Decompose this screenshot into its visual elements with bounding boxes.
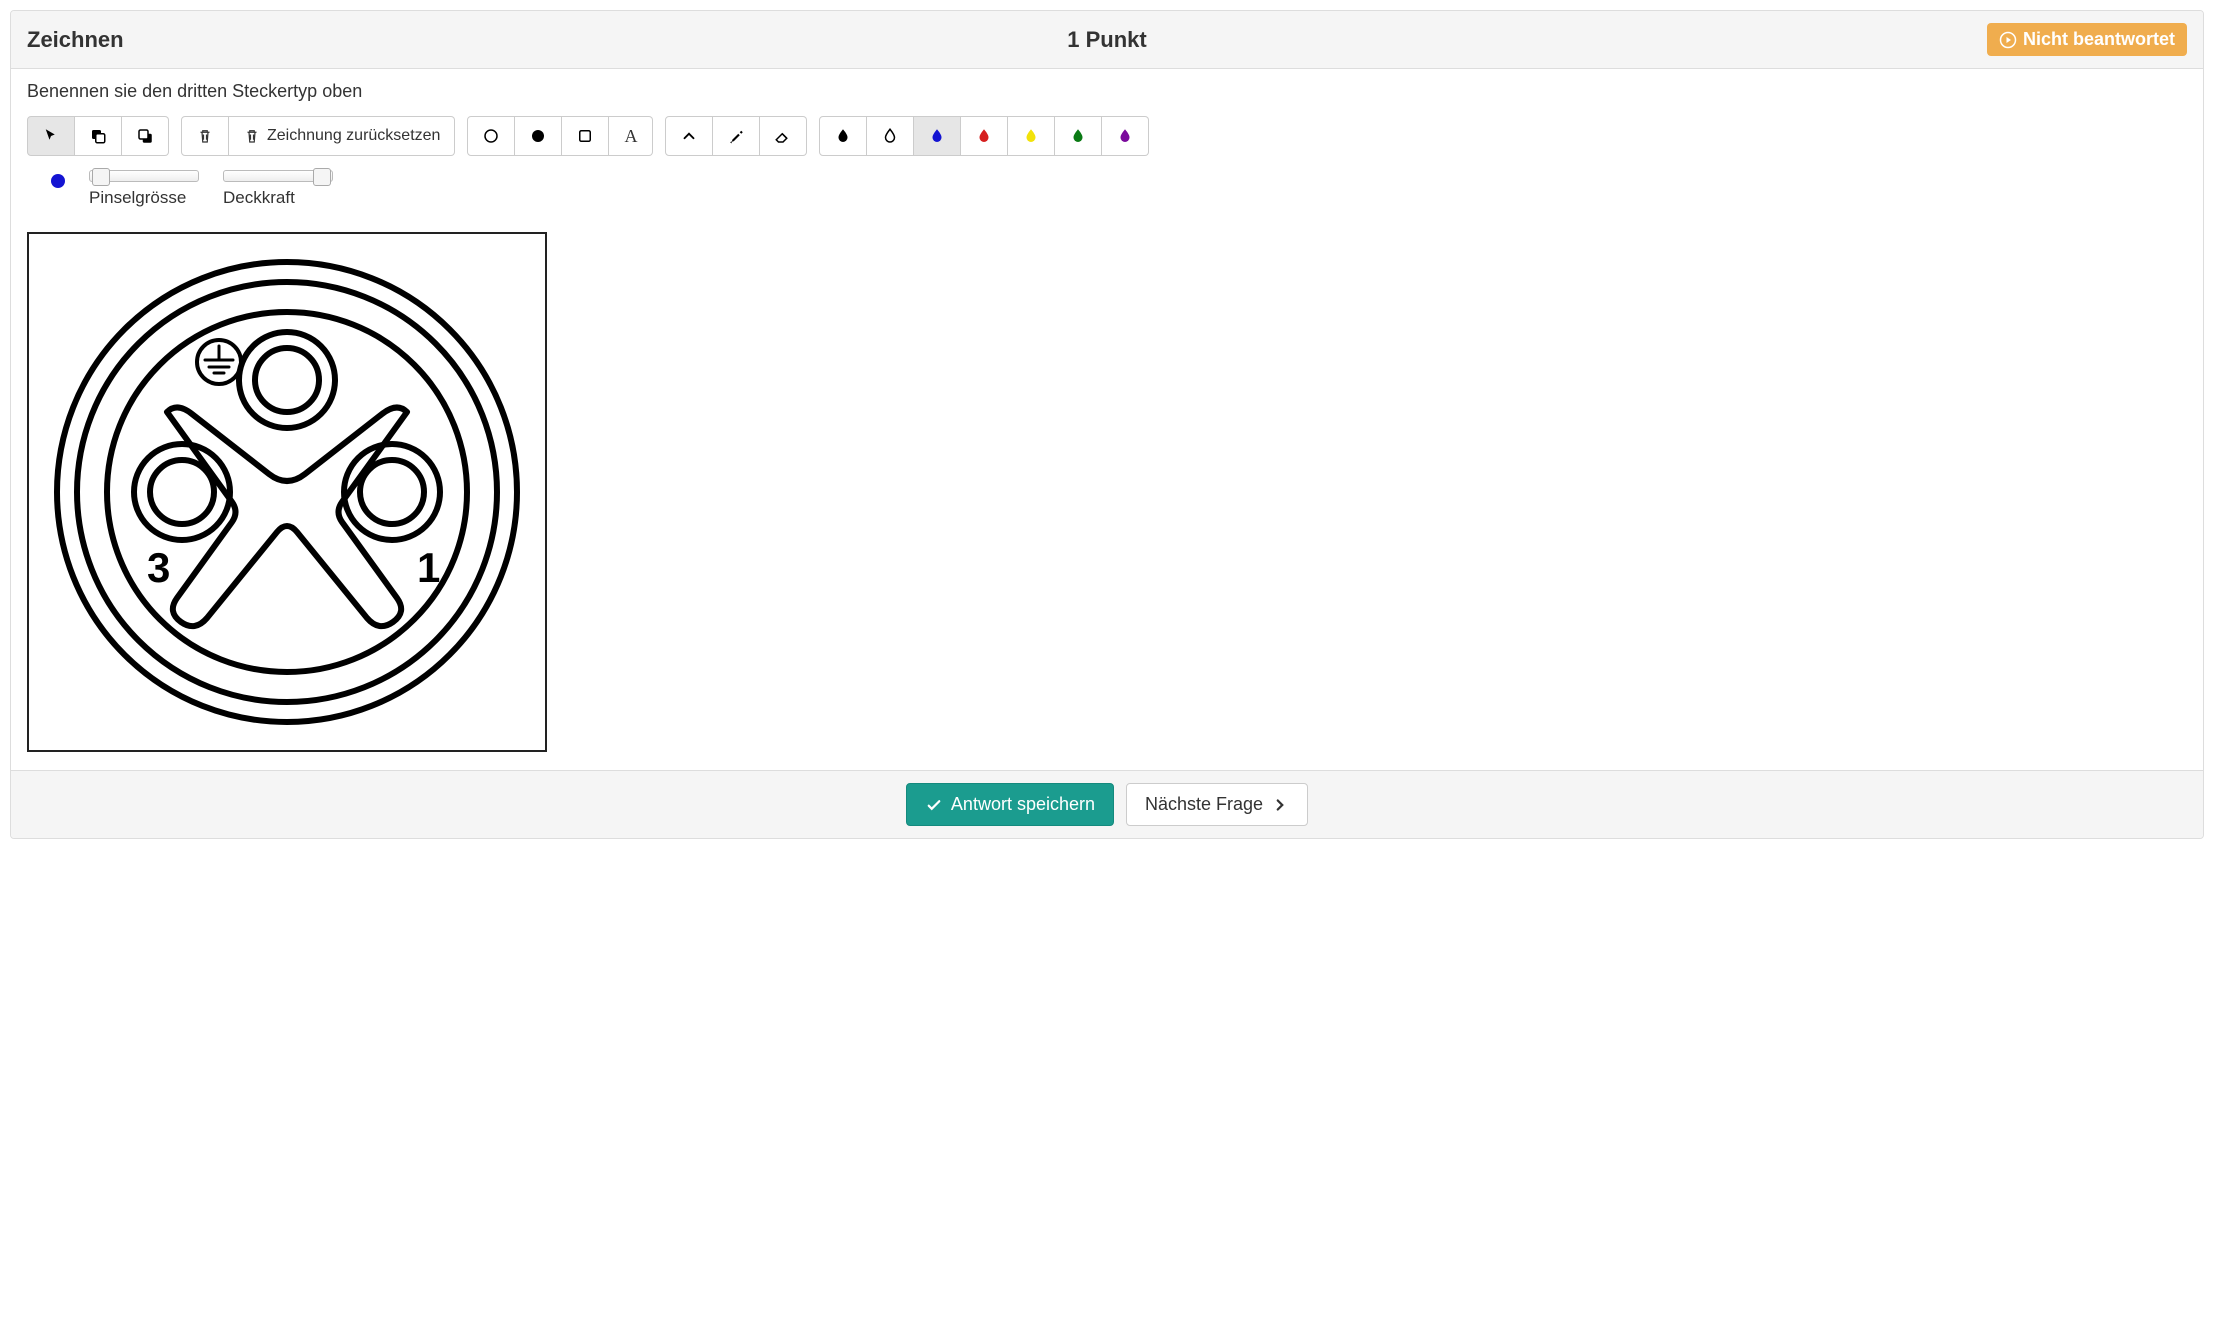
pointer-icon [42, 127, 60, 145]
tint-icon [1022, 127, 1040, 145]
panel-header: Zeichnen 1 Punkt Nicht beantwortet [11, 11, 2203, 69]
circle-filled-icon [529, 127, 547, 145]
eraser-tool-button[interactable] [760, 116, 807, 156]
color-red-button[interactable] [961, 116, 1008, 156]
connector-diagram: 3 1 [37, 242, 537, 742]
bring-front-button[interactable] [75, 116, 122, 156]
brush-size-block: Pinselgrösse [89, 170, 199, 208]
selection-group [27, 116, 169, 156]
drawing-toolbar: Zeichnung zurücksetzen A [27, 116, 2187, 156]
opacity-block: Deckkraft [223, 170, 333, 208]
square-outline-tool-button[interactable] [562, 116, 609, 156]
reset-drawing-label: Zeichnung zurücksetzen [267, 127, 440, 145]
opacity-slider[interactable] [223, 170, 333, 182]
tint-icon [834, 127, 852, 145]
color-white-button[interactable] [867, 116, 914, 156]
color-group [819, 116, 1149, 156]
tint-icon [928, 127, 946, 145]
circle-outline-tool-button[interactable] [467, 116, 515, 156]
panel-body: Benennen sie den dritten Steckertyp oben [11, 69, 2203, 770]
save-answer-button[interactable]: Antwort speichern [906, 783, 1114, 826]
color-yellow-button[interactable] [1008, 116, 1055, 156]
circle-outline-icon [482, 127, 500, 145]
check-icon [925, 796, 943, 814]
play-circle-icon [1999, 31, 2017, 49]
current-color-preview [51, 174, 65, 188]
color-purple-button[interactable] [1102, 116, 1149, 156]
color-green-button[interactable] [1055, 116, 1102, 156]
brush-tool-button[interactable] [713, 116, 760, 156]
panel-footer: Antwort speichern Nächste Frage [11, 770, 2203, 838]
color-black-button[interactable] [819, 116, 867, 156]
delete-button[interactable] [181, 116, 229, 156]
bring-front-icon [89, 127, 107, 145]
brush-size-label: Pinselgrösse [89, 188, 199, 208]
drawing-canvas[interactable]: 3 1 [27, 232, 547, 752]
text-tool-button[interactable]: A [609, 116, 653, 156]
status-badge: Nicht beantwortet [1987, 23, 2187, 56]
circle-filled-tool-button[interactable] [515, 116, 562, 156]
next-question-label: Nächste Frage [1145, 794, 1263, 815]
plug-pin-left-label: 3 [147, 544, 170, 591]
slider-row: Pinselgrösse Deckkraft [51, 170, 2187, 208]
color-blue-button[interactable] [914, 116, 961, 156]
save-answer-label: Antwort speichern [951, 794, 1095, 815]
send-back-button[interactable] [122, 116, 169, 156]
pointer-tool-button[interactable] [27, 116, 75, 156]
status-label: Nicht beantwortet [2023, 29, 2175, 50]
delete-group: Zeichnung zurücksetzen [181, 116, 455, 156]
eraser-icon [774, 127, 792, 145]
opacity-thumb[interactable] [313, 168, 331, 186]
brush-size-thumb[interactable] [92, 168, 110, 186]
question-panel: Zeichnen 1 Punkt Nicht beantwortet Benen… [10, 10, 2204, 839]
tint-icon [975, 127, 993, 145]
brush-icon [727, 127, 745, 145]
trash-icon [243, 127, 261, 145]
plug-pin-right-label: 1 [417, 544, 440, 591]
next-question-button[interactable]: Nächste Frage [1126, 783, 1308, 826]
square-outline-icon [576, 127, 594, 145]
opacity-label: Deckkraft [223, 188, 333, 208]
tint-icon [1069, 127, 1087, 145]
shape-group: A [467, 116, 653, 156]
chevron-right-icon [1271, 796, 1289, 814]
brush-size-slider[interactable] [89, 170, 199, 182]
chevron-up-icon [680, 127, 698, 145]
text-icon: A [624, 126, 637, 147]
question-text: Benennen sie den dritten Steckertyp oben [27, 81, 2187, 102]
tint-icon [1116, 127, 1134, 145]
send-back-icon [136, 127, 154, 145]
trash-icon [196, 127, 214, 145]
question-type-title: Zeichnen [27, 27, 747, 53]
draw-tool-group [665, 116, 807, 156]
line-tool-button[interactable] [665, 116, 713, 156]
reset-drawing-button[interactable]: Zeichnung zurücksetzen [229, 116, 455, 156]
points-title: 1 Punkt [747, 27, 1467, 53]
tint-icon [881, 127, 899, 145]
